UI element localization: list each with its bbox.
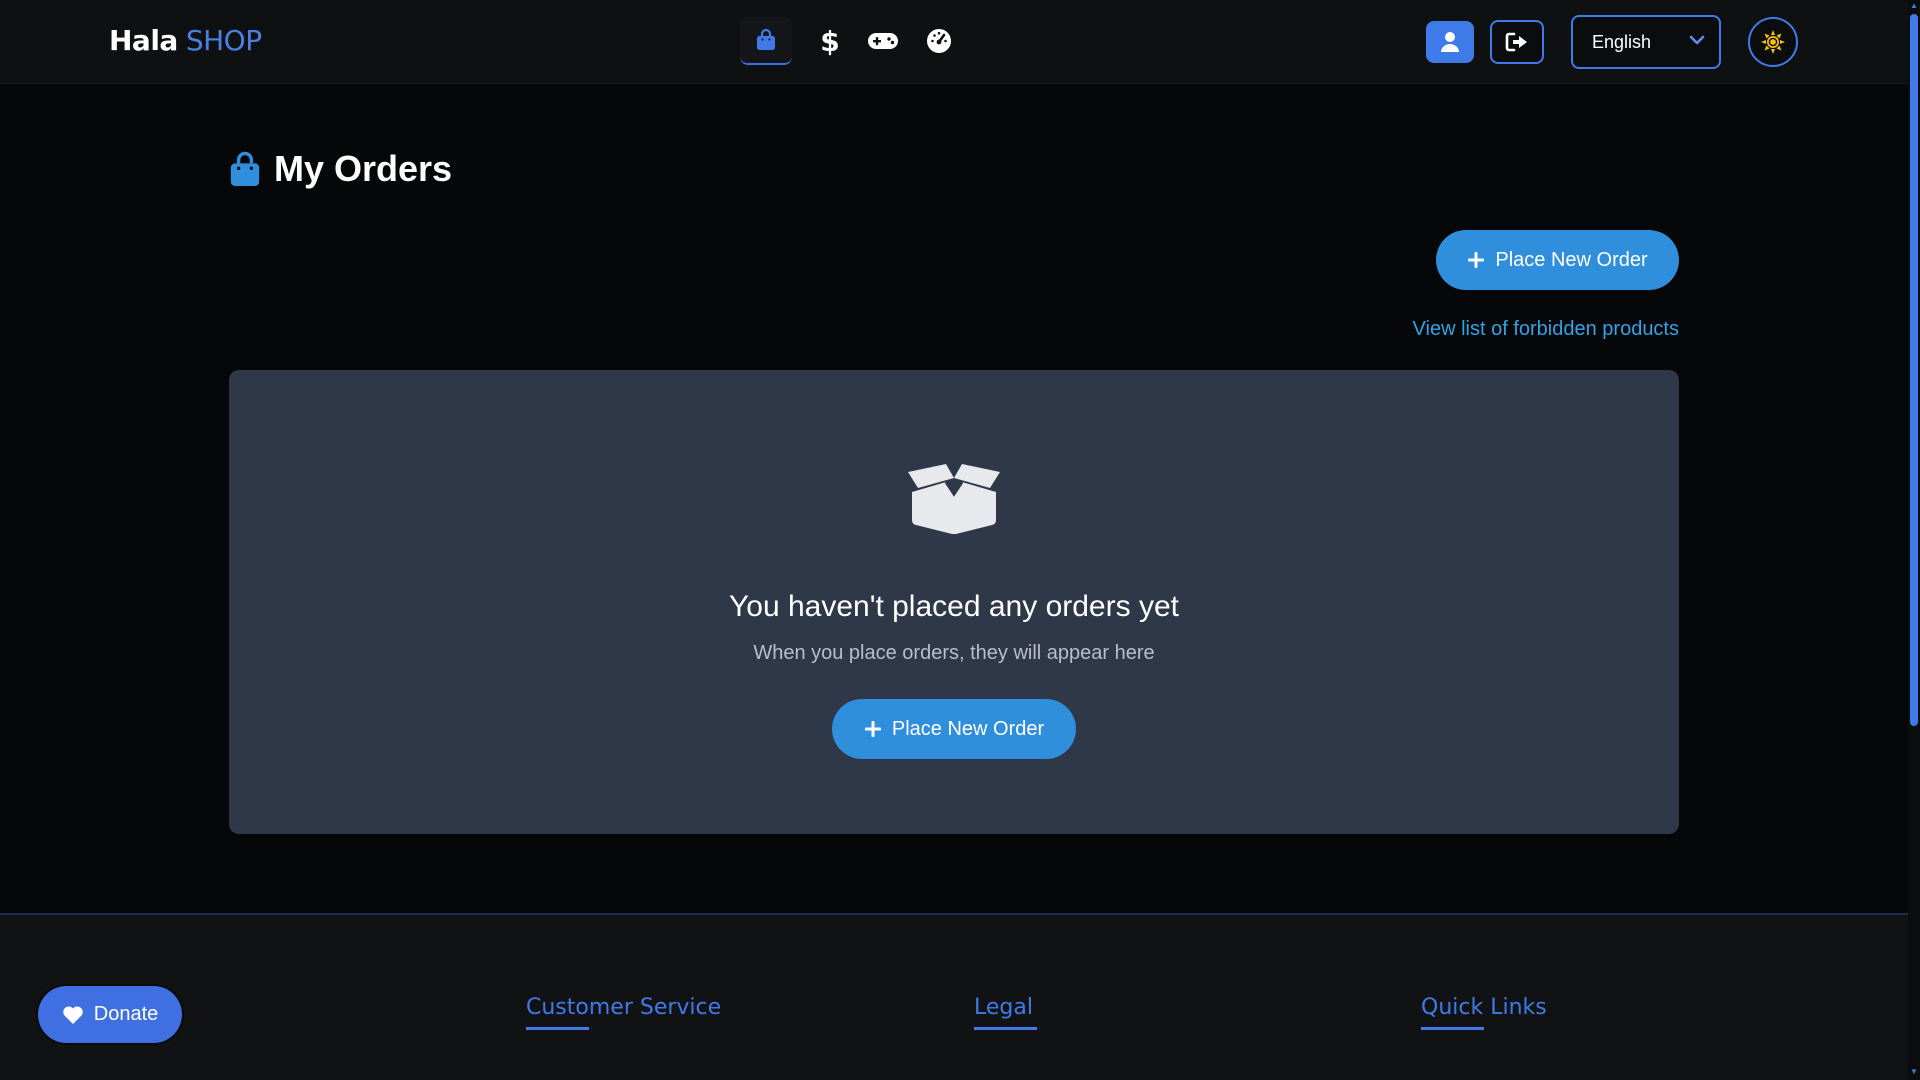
empty-state-subtitle: When you place orders, they will appear … <box>753 642 1155 664</box>
nav-games[interactable] <box>857 17 909 65</box>
language-select[interactable]: English <box>1571 15 1721 69</box>
nav-pricing[interactable]: $ <box>804 17 856 65</box>
sign-out-icon <box>1505 32 1527 52</box>
footer-heading-quick-links[interactable]: Quick Links <box>1421 995 1547 1030</box>
chevron-down-icon <box>1689 35 1705 45</box>
svg-text:$: $ <box>820 26 839 56</box>
empty-orders-card: You haven't placed any orders yet When y… <box>229 370 1679 834</box>
footer-heading-label: Legal <box>974 995 1033 1020</box>
shopping-bag-icon <box>757 28 775 50</box>
open-box-icon <box>908 464 1000 534</box>
donate-button[interactable]: Donate <box>38 986 182 1043</box>
place-new-order-label: Place New Order <box>1495 248 1648 271</box>
plus-icon <box>864 721 881 737</box>
footer-heading-label: Quick Links <box>1421 995 1547 1020</box>
gamepad-icon <box>868 33 898 49</box>
scroll-up-arrow-icon[interactable]: ▲ <box>1910 2 1918 10</box>
dollar-icon: $ <box>820 26 839 56</box>
logout-button[interactable] <box>1490 20 1544 64</box>
footer-heading-legal[interactable]: Legal <box>974 995 1037 1030</box>
theme-toggle-button[interactable] <box>1748 17 1798 67</box>
page-title: My Orders <box>228 148 452 190</box>
empty-state-title: You haven't placed any orders yet <box>729 590 1179 623</box>
speedometer-icon <box>927 29 951 53</box>
heading-underline <box>526 1027 589 1030</box>
footer-heading-label: Customer Service <box>526 995 722 1020</box>
page-title-text: My Orders <box>274 148 453 189</box>
heart-icon <box>62 1005 83 1024</box>
empty-state-order-label: Place New Order <box>891 717 1045 740</box>
plus-icon <box>1468 252 1485 268</box>
footer-heading-customer-service[interactable]: Customer Service <box>526 995 722 1030</box>
donate-label: Donate <box>93 1003 159 1025</box>
language-selected: English <box>1592 31 1652 52</box>
scrollbar-thumb[interactable] <box>1910 14 1918 726</box>
sun-icon <box>1761 30 1785 54</box>
scroll-down-arrow-icon[interactable]: ▼ <box>1910 1068 1918 1076</box>
shopping-bag-icon <box>230 151 260 186</box>
nav-dashboard[interactable] <box>913 17 965 65</box>
heading-underline <box>974 1027 1037 1030</box>
top-navbar: Hala SHOP $ English <box>0 0 1908 84</box>
empty-state-order-button[interactable]: Place New Order <box>832 699 1076 759</box>
heading-underline <box>1421 1027 1484 1030</box>
profile-button[interactable] <box>1426 21 1474 63</box>
brand-logo[interactable]: Hala SHOP <box>109 24 262 57</box>
place-new-order-button[interactable]: Place New Order <box>1436 230 1679 290</box>
brand-name-part1: Hala <box>109 24 178 57</box>
footer: Customer Service Legal Quick Links <box>0 913 1908 1080</box>
brand-name-part2: SHOP <box>185 24 262 57</box>
user-icon <box>1441 32 1459 52</box>
nav-orders[interactable] <box>740 17 792 65</box>
forbidden-products-link[interactable]: View list of forbidden products <box>1413 318 1679 341</box>
